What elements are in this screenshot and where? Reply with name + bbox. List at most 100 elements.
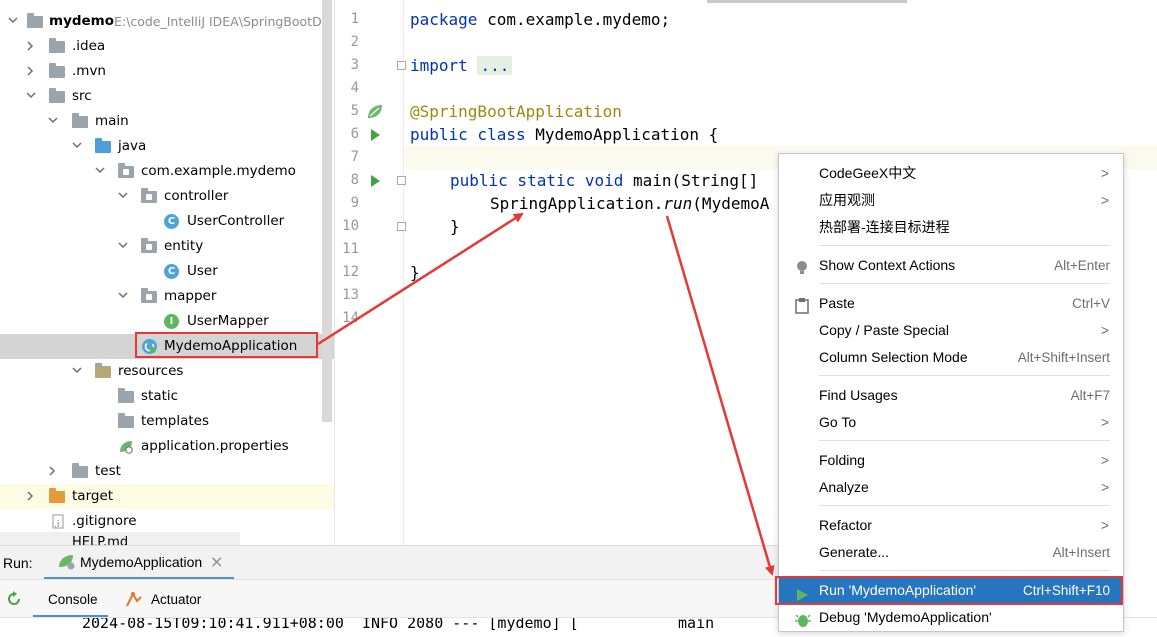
menu-item-show-context-actions[interactable]: Show Context Actions Alt+Enter	[779, 252, 1123, 279]
line-number: 3	[350, 57, 359, 73]
menu-separator	[819, 570, 1110, 571]
tree-item-label: UserController	[187, 213, 285, 229]
tree-item-label: templates	[141, 413, 209, 429]
chevron-right-icon[interactable]	[24, 59, 38, 84]
run-gutter-icon[interactable]	[371, 129, 380, 141]
menu-item-go-to[interactable]: Go To >	[779, 409, 1123, 436]
run-tab-mydemoapplication[interactable]: MydemoApplication ×	[44, 546, 234, 580]
tree-item-mapper[interactable]: mapper	[0, 284, 334, 309]
project-tree: mydemo E:\code_IntelliJ IDEA\SpringBootD…	[0, 0, 335, 545]
tree-scrollbar[interactable]	[322, 0, 332, 422]
tree-item-label: com.example.mydemo	[141, 163, 296, 179]
tree-item-label: mapper	[164, 288, 217, 304]
tree-item-package[interactable]: com.example.mydemo	[0, 159, 334, 184]
tree-root[interactable]: mydemo E:\code_IntelliJ IDEA\SpringBootD…	[0, 9, 334, 34]
menu-item-paste[interactable]: Paste Ctrl+V	[779, 290, 1123, 317]
tree-item-resources[interactable]: resources	[0, 359, 334, 384]
tree-item-java[interactable]: java	[0, 134, 334, 159]
menu-item-find-usages[interactable]: Find Usages Alt+F7	[779, 382, 1123, 409]
tree-item-application-properties[interactable]: application.properties	[0, 434, 334, 459]
tree-item-label: .mvn	[72, 63, 106, 79]
folder-icon	[49, 63, 65, 78]
tree-item-test[interactable]: test	[0, 459, 334, 484]
menu-item-generate[interactable]: Generate... Alt+Insert	[779, 539, 1123, 566]
menu-item-copy-paste-special[interactable]: Copy / Paste Special >	[779, 317, 1123, 344]
spring-bean-icon[interactable]	[366, 104, 384, 124]
tree-item-label: src	[72, 88, 92, 104]
chevron-down-icon[interactable]	[116, 284, 130, 309]
menu-item-hot-deploy[interactable]: 热部署-连接目标进程	[779, 214, 1123, 241]
menu-separator	[819, 440, 1110, 441]
class-icon: C	[164, 214, 179, 229]
chevron-down-icon[interactable]	[24, 84, 38, 109]
chevron-down-icon[interactable]	[116, 234, 130, 259]
menu-item-column-selection[interactable]: Column Selection Mode Alt+Shift+Insert	[779, 344, 1123, 371]
spring-boot-icon	[58, 554, 76, 574]
chevron-down-icon[interactable]	[46, 109, 60, 134]
chevron-down-icon[interactable]	[93, 159, 107, 184]
menu-separator	[819, 245, 1110, 246]
ignore-file-icon: .i	[50, 514, 66, 530]
tab-actuator[interactable]: Actuator	[123, 580, 213, 618]
run-gutter-icon[interactable]	[371, 175, 380, 187]
package-icon	[141, 188, 157, 203]
line-number: 7	[350, 149, 359, 165]
menu-item-refactor[interactable]: Refactor >	[779, 512, 1123, 539]
menu-item-analyze[interactable]: Analyze >	[779, 474, 1123, 501]
tree-item-label: .idea	[72, 38, 106, 54]
tree-item-label: resources	[118, 363, 184, 379]
line-number: 8	[350, 172, 359, 188]
tree-item-label: UserMapper	[187, 313, 269, 329]
rerun-icon[interactable]	[5, 590, 23, 612]
chevron-down-icon[interactable]	[70, 134, 84, 159]
tree-item-main[interactable]: main	[0, 109, 334, 134]
tab-actuator-label: Actuator	[151, 592, 202, 607]
chevron-right-icon[interactable]	[24, 34, 38, 59]
chevron-down-icon[interactable]	[116, 184, 130, 209]
tree-item-entity[interactable]: entity	[0, 234, 334, 259]
menu-item-codegeex[interactable]: CodeGeeX中文 >	[779, 160, 1123, 187]
tree-item-mvn[interactable]: .mvn	[0, 59, 334, 84]
tree-item-controller[interactable]: controller	[0, 184, 334, 209]
run-subtabs: Console Actuator	[0, 579, 778, 618]
tree-item-usermapper[interactable]: I UserMapper	[0, 309, 334, 334]
folder-icon	[49, 88, 65, 103]
tree-item-help-md[interactable]: HELP.md	[0, 532, 240, 545]
menu-item-folding[interactable]: Folding >	[779, 447, 1123, 474]
tree-item-gitignore[interactable]: .i .gitignore	[0, 509, 334, 534]
code-line-13: }	[410, 263, 420, 282]
menu-item-app-observe[interactable]: 应用观测 >	[779, 187, 1123, 214]
folded-imports[interactable]: ...	[477, 56, 513, 75]
class-icon: C	[164, 264, 179, 279]
chevron-right-icon: >	[1100, 517, 1109, 533]
chevron-right-icon: >	[1100, 192, 1109, 208]
chevron-right-icon: >	[1100, 479, 1109, 495]
package-icon	[141, 288, 157, 303]
code-line-6: @SpringBootApplication	[410, 102, 622, 121]
tree-item-usercontroller[interactable]: C UserController	[0, 209, 334, 234]
line-number: 6	[350, 126, 359, 142]
tree-item-idea[interactable]: .idea	[0, 34, 334, 59]
tree-item-src[interactable]: src	[0, 84, 334, 109]
tree-item-target[interactable]: target	[0, 484, 334, 509]
annotation-box-run	[775, 576, 1123, 605]
chevron-right-icon[interactable]	[46, 459, 60, 484]
console-log-line: 2024-08-15T09:10:41.911+08:00 INFO 2080 …	[82, 617, 715, 631]
chevron-down-icon[interactable]	[6, 9, 20, 34]
clipboard-icon	[795, 296, 809, 314]
code-line-1: package com.example.mydemo;	[410, 10, 671, 29]
menu-item-debug[interactable]: Debug 'MydemoApplication'	[779, 604, 1123, 631]
close-icon[interactable]: ×	[210, 552, 223, 571]
line-number: 13	[342, 287, 359, 303]
tree-item-static[interactable]: static	[0, 384, 334, 409]
run-label: Run:	[3, 555, 33, 571]
tree-item-templates[interactable]: templates	[0, 409, 334, 434]
line-number: 5	[350, 103, 359, 119]
tree-item-user[interactable]: C User	[0, 259, 334, 284]
tree-root-path: E:\code_IntelliJ IDEA\SpringBootDe	[114, 14, 330, 29]
chevron-down-icon[interactable]	[70, 359, 84, 384]
chevron-right-icon[interactable]	[24, 484, 38, 509]
tab-console[interactable]: Console	[33, 580, 108, 618]
tree-item-label: User	[187, 263, 218, 279]
chevron-right-icon: >	[1100, 165, 1109, 181]
